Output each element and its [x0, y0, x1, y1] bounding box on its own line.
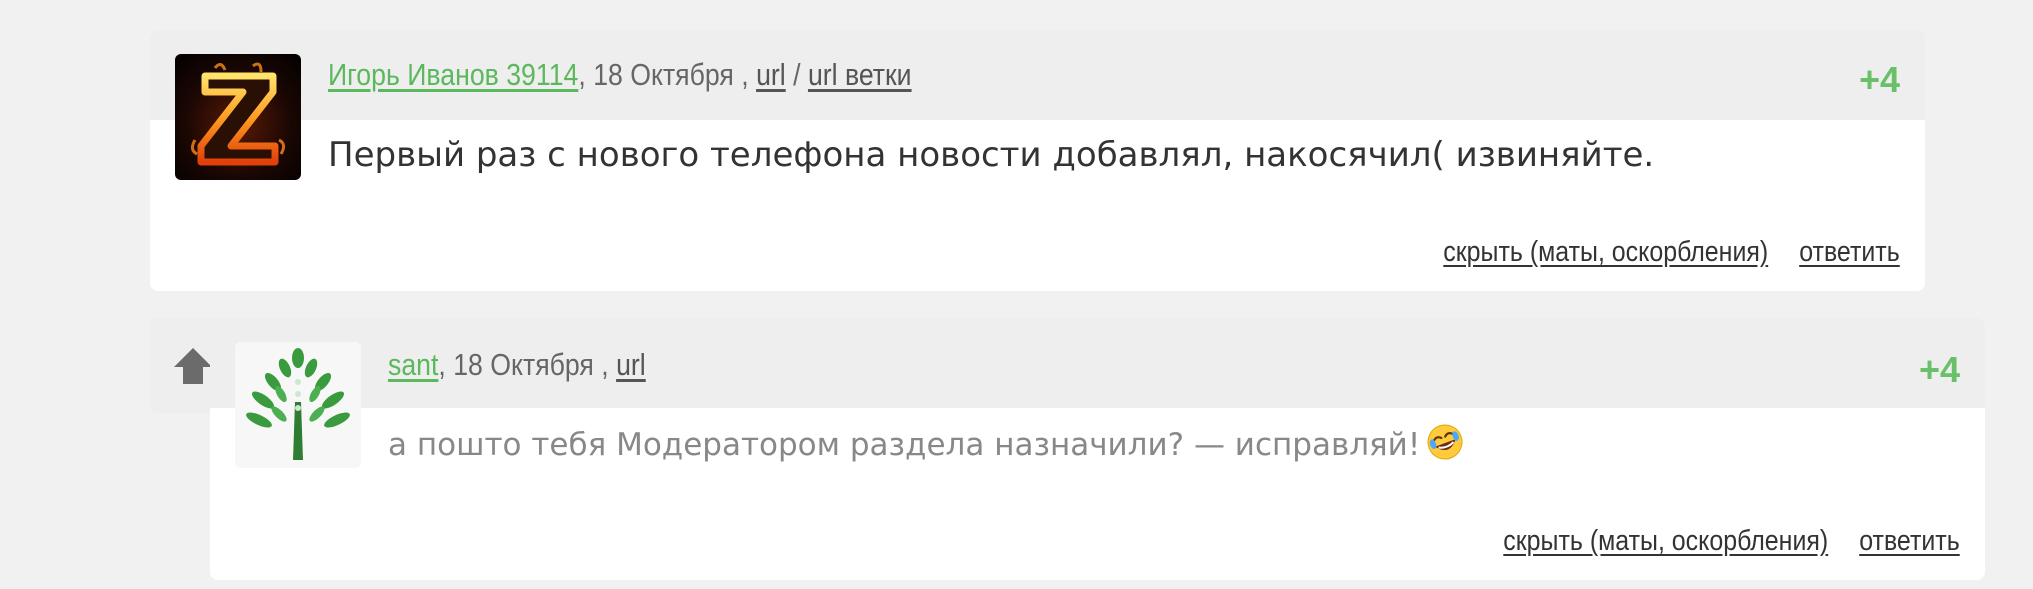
- date-separator: ,: [438, 347, 454, 382]
- reply-button[interactable]: ответить: [1799, 236, 1900, 268]
- comment-date: 18 Октября ,: [453, 347, 609, 382]
- rolling-on-floor-laughing-icon: [1426, 423, 1464, 461]
- comment-meta: Игорь Иванов 39114, 18 Октября , url / u…: [328, 52, 912, 98]
- green-tree-avatar-icon: [235, 342, 361, 468]
- arrow-up-icon: [174, 348, 212, 384]
- comment-text-row: а пошто тебя Модератором раздела назначи…: [388, 423, 1464, 463]
- link-separator: /: [793, 57, 801, 92]
- comment: Игорь Иванов 39114, 18 Октября , url / u…: [150, 30, 1925, 291]
- comment-text: Первый раз с нового телефона новости доб…: [328, 135, 1655, 175]
- comment-meta: sant, 18 Октября , url: [388, 342, 646, 388]
- comment-actions: скрыть (маты, оскорбления) ответить: [1419, 236, 1900, 269]
- user-avatar[interactable]: [235, 342, 361, 468]
- comment-url-link[interactable]: url: [616, 347, 646, 382]
- comment-rating[interactable]: +4: [1859, 52, 1900, 108]
- date-separator: ,: [578, 57, 594, 92]
- user-avatar[interactable]: [175, 54, 301, 180]
- hide-comment-button[interactable]: скрыть (маты, оскорбления): [1504, 525, 1829, 557]
- author-link[interactable]: Игорь Иванов 39114: [328, 57, 578, 92]
- reply-button[interactable]: ответить: [1859, 525, 1960, 557]
- comment-url-link[interactable]: url: [756, 57, 786, 92]
- comment-text: а пошто тебя Модератором раздела назначи…: [388, 427, 1421, 463]
- comment-actions: скрыть (маты, оскорбления) ответить: [1479, 525, 1960, 558]
- comment-rating[interactable]: +4: [1919, 342, 1960, 398]
- branch-url-link[interactable]: url ветки: [808, 57, 912, 92]
- hide-comment-button[interactable]: скрыть (маты, оскорбления): [1444, 236, 1769, 268]
- comment-date: 18 Октября ,: [593, 57, 749, 92]
- comment: sant, 18 Октября , url +4 а пошто тебя М…: [210, 318, 1985, 580]
- fire-z-avatar-icon: [175, 54, 301, 180]
- author-link[interactable]: sant: [388, 347, 438, 382]
